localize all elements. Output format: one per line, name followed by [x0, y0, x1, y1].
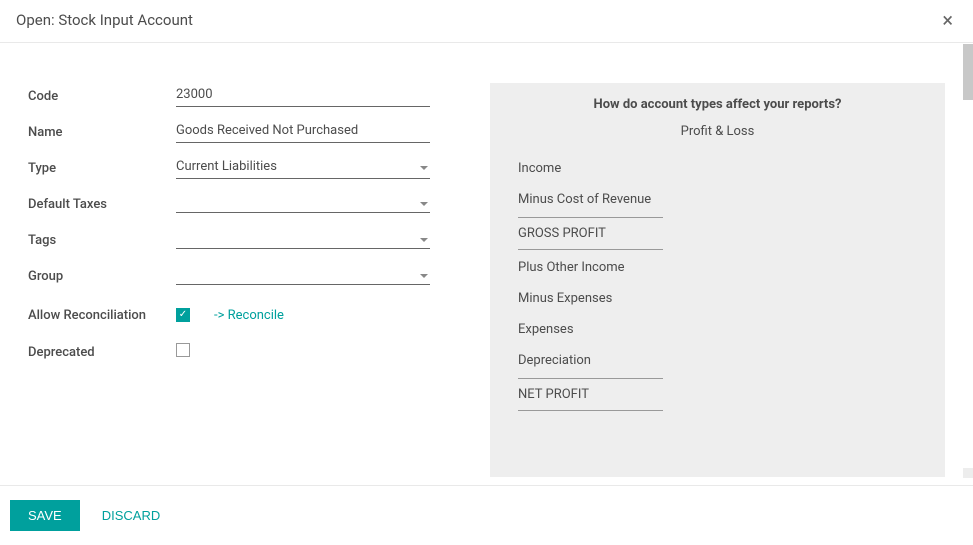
info-item-plus-other: Plus Other Income	[518, 252, 917, 283]
field-deprecated-wrapper	[176, 343, 430, 361]
form-row-type: Type Current Liabilities	[28, 155, 430, 181]
info-section: How do account types affect your reports…	[490, 83, 945, 477]
close-icon[interactable]: ×	[938, 10, 957, 30]
info-subtitle: Profit & Loss	[518, 124, 917, 139]
modal-title: Open: Stock Input Account	[16, 11, 193, 29]
scrollbar-thumb[interactable]	[963, 44, 973, 100]
label-name: Name	[28, 125, 176, 140]
discard-button[interactable]: Discard	[98, 500, 165, 531]
form-row-name: Name	[28, 119, 430, 145]
label-deprecated: Deprecated	[28, 345, 176, 360]
info-item-gross-profit: GROSS PROFIT	[518, 217, 663, 250]
caret-down-icon	[420, 166, 428, 170]
field-allow-reconciliation-wrapper: ✓ -> Reconcile	[176, 308, 430, 323]
form-row-code: Code	[28, 83, 430, 109]
label-default-taxes: Default Taxes	[28, 197, 176, 212]
field-tags-wrapper	[176, 231, 430, 249]
form-row-deprecated: Deprecated	[28, 339, 430, 365]
form-row-group: Group	[28, 263, 430, 289]
modal-header: Open: Stock Input Account ×	[0, 0, 973, 43]
info-item-expenses: Expenses	[518, 314, 917, 345]
code-input[interactable]	[176, 85, 430, 107]
form-section: Code Name Type Current Liabilities Defau…	[28, 83, 430, 477]
type-select[interactable]: Current Liabilities	[176, 157, 430, 179]
label-code: Code	[28, 89, 176, 104]
modal-footer: Save Discard	[0, 485, 973, 545]
field-type-wrapper: Current Liabilities	[176, 157, 430, 179]
scrollbar-corner	[963, 468, 973, 478]
label-type: Type	[28, 161, 176, 176]
form-row-allow-reconciliation: Allow Reconciliation ✓ -> Reconcile	[28, 299, 430, 325]
default-taxes-select[interactable]	[176, 195, 430, 213]
type-select-value: Current Liabilities	[176, 159, 277, 174]
caret-down-icon	[420, 238, 428, 242]
caret-down-icon	[420, 202, 428, 206]
info-item-depreciation: Depreciation	[518, 345, 917, 376]
info-title: How do account types affect your reports…	[518, 97, 917, 112]
reconcile-link[interactable]: -> Reconcile	[214, 308, 284, 323]
field-group-wrapper	[176, 267, 430, 285]
group-select[interactable]	[176, 267, 430, 285]
deprecated-checkbox[interactable]	[176, 343, 190, 357]
label-tags: Tags	[28, 233, 176, 248]
caret-down-icon	[420, 274, 428, 278]
modal-body: Code Name Type Current Liabilities Defau…	[0, 43, 973, 477]
save-button[interactable]: Save	[10, 500, 80, 531]
info-item-minus-cost: Minus Cost of Revenue	[518, 184, 917, 215]
info-item-minus-expenses: Minus Expenses	[518, 283, 917, 314]
name-input[interactable]	[176, 121, 430, 143]
field-code-wrapper	[176, 85, 430, 107]
tags-select[interactable]	[176, 231, 430, 249]
form-row-default-taxes: Default Taxes	[28, 191, 430, 217]
label-allow-reconciliation: Allow Reconciliation	[28, 308, 176, 323]
label-group: Group	[28, 269, 176, 284]
allow-reconciliation-checkbox[interactable]: ✓	[176, 308, 190, 322]
info-item-net-profit: NET PROFIT	[518, 378, 663, 411]
field-name-wrapper	[176, 121, 430, 143]
form-row-tags: Tags	[28, 227, 430, 253]
field-default-taxes-wrapper	[176, 195, 430, 213]
info-item-income: Income	[518, 153, 917, 184]
